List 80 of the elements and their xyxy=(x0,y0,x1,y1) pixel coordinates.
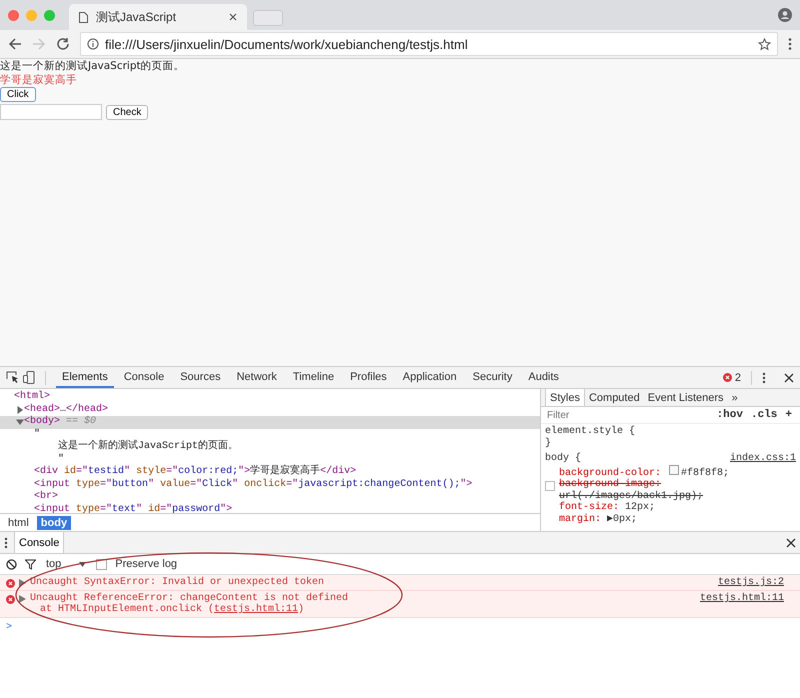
css-brace: } xyxy=(545,438,552,449)
address-bar[interactable]: file:///Users/jinxuelin/Documents/work/xuebiancheng/testjs.html xyxy=(80,32,778,56)
context-dropdown[interactable]: top xyxy=(44,558,88,570)
devtools-tab[interactable]: Security xyxy=(466,367,518,388)
css-property[interactable]: margin: ▶0px; xyxy=(545,514,796,525)
filter-toggle[interactable]: .cls xyxy=(746,409,782,422)
source-link[interactable]: index.css:1 xyxy=(730,453,796,464)
error-text: Uncaught ReferenceError: changeContent is not defined xyxy=(30,593,350,604)
dom-node-line[interactable]: <body> == $0 xyxy=(24,416,96,428)
info-icon[interactable] xyxy=(87,38,99,50)
console-drawer-tab[interactable]: Console xyxy=(14,532,64,553)
inspect-element-icon[interactable] xyxy=(6,371,19,384)
dom-node-line[interactable]: <html> xyxy=(14,391,50,404)
styles-tab[interactable]: Event Listeners xyxy=(644,389,728,406)
breadcrumb[interactable]: html xyxy=(4,516,33,530)
color-swatch[interactable] xyxy=(669,464,680,474)
devtools-tab[interactable]: Application xyxy=(396,367,463,388)
filter-toggle[interactable]: + xyxy=(781,409,796,422)
error-icon xyxy=(722,373,732,382)
devtools-tab[interactable]: Profiles xyxy=(344,367,393,388)
close-tab-icon[interactable] xyxy=(229,13,237,21)
device-toolbar-icon[interactable] xyxy=(23,371,35,384)
more-tabs-button[interactable]: » xyxy=(728,389,742,406)
collapsed-triangle-icon[interactable] xyxy=(19,595,26,603)
devtools-tab[interactable]: Network xyxy=(230,367,283,388)
div-text: 学哥是寂寞高手 xyxy=(0,73,77,87)
dropdown-caret-icon xyxy=(79,562,86,566)
collapsed-triangle-icon[interactable] xyxy=(19,579,26,587)
devtools-tab[interactable]: Elements xyxy=(56,367,114,388)
close-icon[interactable] xyxy=(784,372,794,382)
css-property[interactable]: background-color: #f8f8f8; xyxy=(545,464,796,479)
more-options-icon[interactable] xyxy=(762,372,766,384)
menu-icon[interactable] xyxy=(788,37,792,51)
stack-link[interactable]: testjs.html:11 xyxy=(214,604,298,615)
devtools-tab[interactable]: Sources xyxy=(174,367,227,388)
click-button[interactable]: Click xyxy=(0,87,36,102)
styles-tab[interactable]: Computed xyxy=(584,389,644,406)
devtools-tab[interactable]: Timeline xyxy=(286,367,340,388)
expanded-triangle-icon[interactable] xyxy=(16,418,24,426)
star-icon[interactable] xyxy=(758,38,771,50)
browser-tab[interactable]: 测试JavaScript xyxy=(69,4,247,30)
close-icon[interactable] xyxy=(786,538,796,548)
dom-node-line[interactable]: <br> xyxy=(34,491,58,504)
page-paragraph: 这是一个新的测试JavaScript的页面。 xyxy=(0,59,185,73)
error-count[interactable]: 2 xyxy=(722,372,741,384)
filter-field[interactable]: Filter xyxy=(545,408,713,422)
dom-node-line[interactable]: " xyxy=(34,428,40,441)
drawer-menu-icon[interactable] xyxy=(4,536,8,548)
styles-tab[interactable]: Styles xyxy=(545,389,585,406)
dom-node-line[interactable]: <div id="testid" style="color:red;">学哥是寂寞高手</div> xyxy=(34,466,356,478)
dom-node-line[interactable]: <head>…</head> xyxy=(24,404,108,416)
dom-node-line[interactable]: " xyxy=(34,454,64,466)
css-property[interactable]: font-size: 12px; xyxy=(545,502,796,514)
preserve-log-label: Preserve log xyxy=(115,558,178,570)
source-link[interactable]: testjs.js:2 xyxy=(718,577,784,588)
profile-icon[interactable] xyxy=(778,8,792,22)
devtools-tab[interactable]: Audits xyxy=(522,367,565,388)
css-property[interactable]: background-image: url(./images/back1.jpg); xyxy=(545,479,796,502)
reload-icon[interactable] xyxy=(56,37,70,51)
devtools-tab[interactable]: Console xyxy=(118,367,170,388)
check-button[interactable]: Check xyxy=(106,104,148,120)
text-input[interactable] xyxy=(0,104,102,120)
filter-icon[interactable] xyxy=(25,558,36,570)
dom-node-line[interactable]: <input type="text" id="password"> xyxy=(34,504,232,513)
back-icon[interactable] xyxy=(8,37,22,51)
clear-console-icon[interactable] xyxy=(6,558,17,570)
dom-node-line[interactable]: <input type="button" value="Click" onclick="javascript:changeContent();"> xyxy=(34,478,472,491)
filter-toggle[interactable]: :hov xyxy=(712,409,747,422)
error-icon xyxy=(6,595,15,604)
css-selector: body { xyxy=(545,453,582,464)
error-text: Uncaught SyntaxError: Invalid or unexpected token xyxy=(30,577,326,588)
page-icon xyxy=(79,12,88,22)
error-icon xyxy=(6,579,15,588)
console-prompt[interactable]: > xyxy=(6,622,12,633)
stack-trace-line: at HTMLInputElement.onclick (testjs.html:11) xyxy=(39,604,306,615)
breadcrumb[interactable]: body xyxy=(36,516,72,530)
collapsed-triangle-icon[interactable] xyxy=(16,406,24,414)
source-link[interactable]: testjs.html:11 xyxy=(700,593,784,615)
css-selector: element.style { xyxy=(545,426,636,438)
dom-node-line[interactable]: 这是一个新的测试JavaScript的页面。 xyxy=(34,441,238,454)
